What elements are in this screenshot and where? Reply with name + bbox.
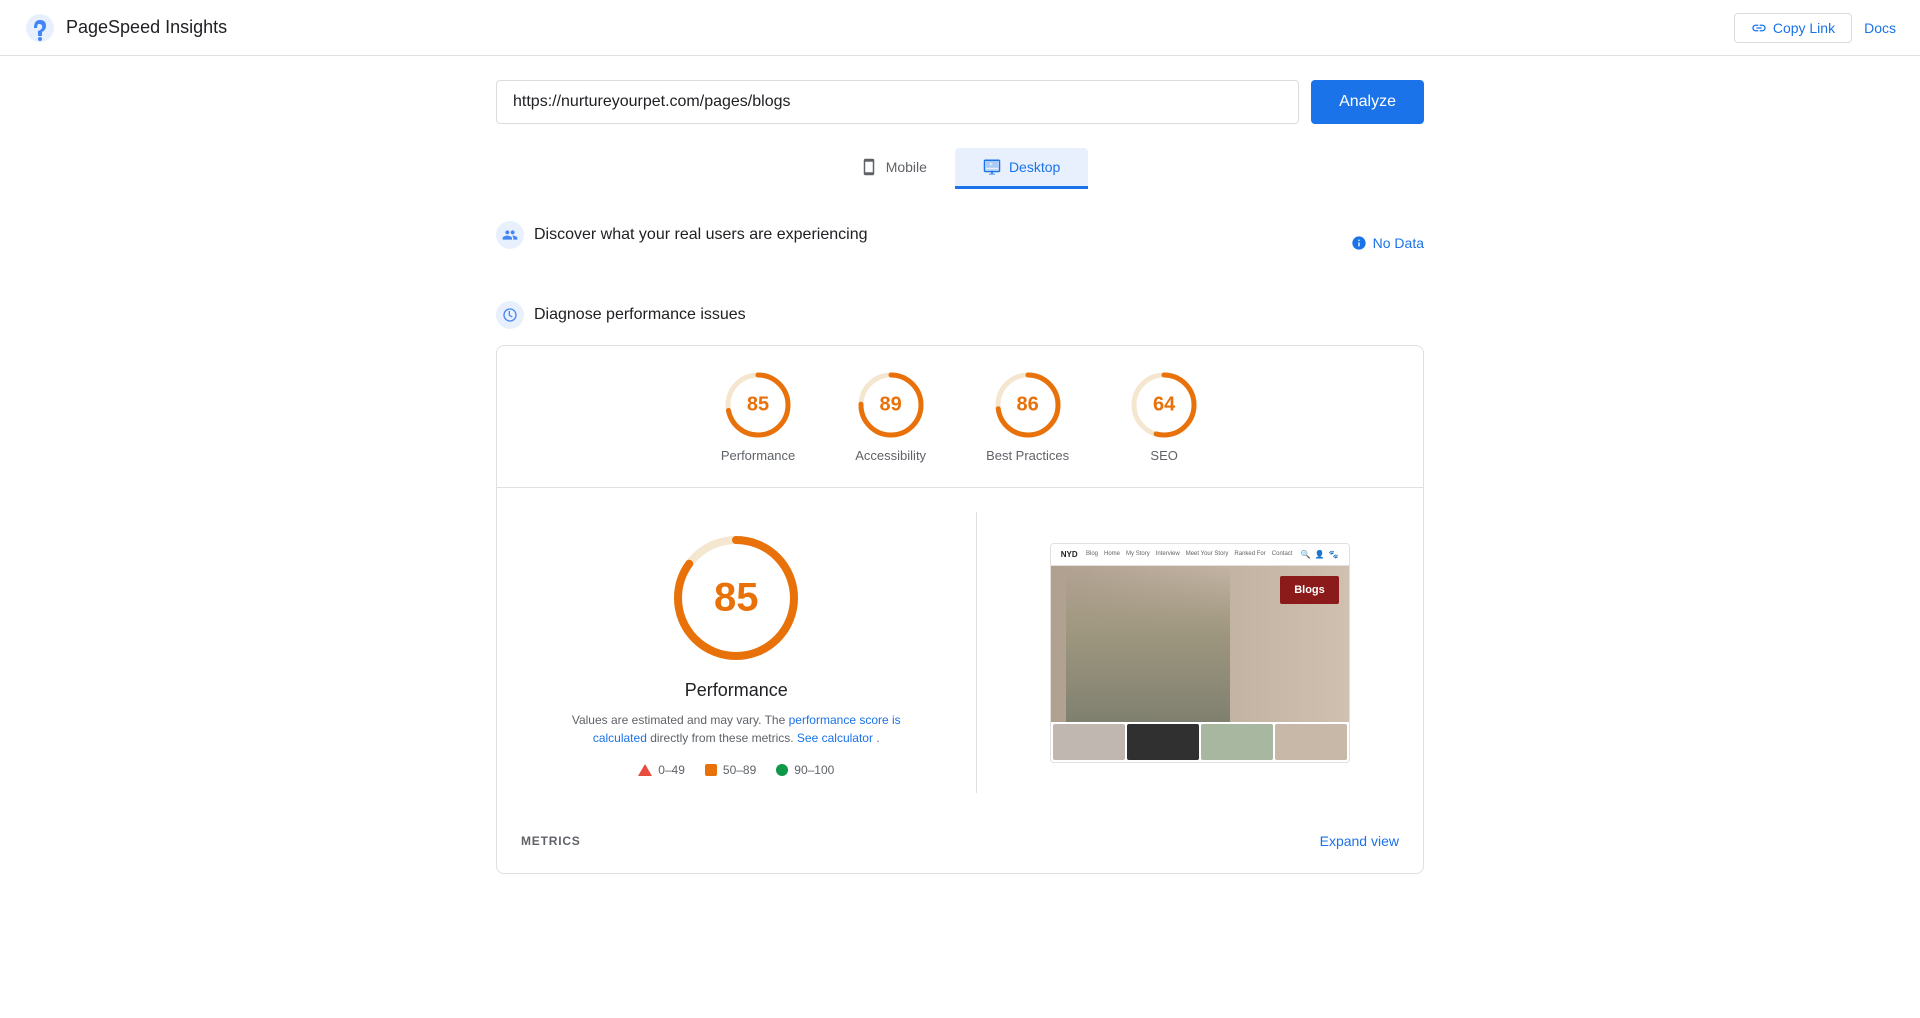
main-score-left: 85 Performance Values are estimated and … xyxy=(521,512,952,793)
real-users-header: Discover what your real users are experi… xyxy=(496,221,867,249)
real-users-title: Discover what your real users are experi… xyxy=(534,226,867,244)
tab-desktop-label: Desktop xyxy=(1009,159,1060,175)
score-accessibility[interactable]: 89 Accessibility xyxy=(855,370,926,463)
mock-thumb-4 xyxy=(1275,724,1347,760)
mock-nav-links: Blog Home My Story Interview Meet Your S… xyxy=(1086,551,1292,557)
score-circle-performance: 85 xyxy=(723,370,793,440)
vertical-divider xyxy=(976,512,977,793)
info-icon xyxy=(1351,235,1367,251)
main-content: Analyze Mobile Desktop Discover what yo xyxy=(480,56,1440,898)
mock-nav-logo: NYD xyxy=(1061,550,1078,559)
users-icon xyxy=(502,227,518,243)
mock-nav-item: Ranked For xyxy=(1234,551,1265,557)
big-score-value: 85 xyxy=(714,576,759,621)
metrics-label: METRICS xyxy=(521,834,581,848)
mock-nav-item: Blog xyxy=(1086,551,1098,557)
legend-orange-icon xyxy=(705,764,717,776)
analyze-button[interactable]: Analyze xyxy=(1311,80,1424,124)
mock-nav-icons: 🔍 👤 🐾 xyxy=(1301,550,1339,559)
mock-nav-item: Interview xyxy=(1156,551,1180,557)
score-legend: 0–49 50–89 90–100 xyxy=(638,763,834,777)
scores-row: 85 Performance 89 Accessibility xyxy=(521,370,1399,463)
mock-nav-item: Home xyxy=(1104,551,1120,557)
mock-nav-item: Contact xyxy=(1272,551,1293,557)
desc-end: . xyxy=(876,731,879,745)
tab-mobile[interactable]: Mobile xyxy=(832,148,955,189)
tab-desktop[interactable]: Desktop xyxy=(955,148,1088,189)
no-data-label: No Data xyxy=(1373,235,1424,251)
logo-text: PageSpeed Insights xyxy=(66,17,227,38)
header-actions: Copy Link Docs xyxy=(1734,13,1896,43)
score-label-accessibility: Accessibility xyxy=(855,448,926,463)
card-divider xyxy=(497,487,1423,488)
logo-area: PageSpeed Insights xyxy=(24,12,227,44)
diagnose-icon xyxy=(496,301,524,329)
desktop-icon xyxy=(983,158,1001,176)
desc-mid: directly from these metrics. xyxy=(650,731,797,745)
mock-blogs-badge: Blogs xyxy=(1280,576,1339,604)
score-circle-best-practices: 86 xyxy=(993,370,1063,440)
score-performance[interactable]: 85 Performance xyxy=(721,370,795,463)
score-value-accessibility: 89 xyxy=(880,394,902,417)
mode-tabs: Mobile Desktop xyxy=(496,148,1424,189)
search-area: Analyze xyxy=(496,80,1424,124)
copy-link-label: Copy Link xyxy=(1773,20,1835,36)
main-score-right: NYD Blog Home My Story Interview Meet Yo… xyxy=(1001,512,1400,793)
mock-thumb-1 xyxy=(1053,724,1125,760)
psi-logo-icon xyxy=(24,12,56,44)
mock-hero: Blogs xyxy=(1051,566,1349,722)
screenshot-preview: NYD Blog Home My Story Interview Meet Yo… xyxy=(1050,543,1350,763)
legend-green-range: 90–100 xyxy=(794,763,834,777)
link-icon xyxy=(1751,20,1767,36)
score-label-seo: SEO xyxy=(1150,448,1177,463)
copy-link-button[interactable]: Copy Link xyxy=(1734,13,1852,43)
legend-green: 90–100 xyxy=(776,763,834,777)
score-value-performance: 85 xyxy=(747,394,769,417)
docs-link[interactable]: Docs xyxy=(1864,20,1896,36)
mock-nav: NYD Blog Home My Story Interview Meet Yo… xyxy=(1051,544,1349,566)
mock-nav-item: Meet Your Story xyxy=(1186,551,1229,557)
legend-red-range: 0–49 xyxy=(658,763,685,777)
score-best-practices[interactable]: 86 Best Practices xyxy=(986,370,1069,463)
mock-thumb-3 xyxy=(1201,724,1273,760)
legend-red: 0–49 xyxy=(638,763,685,777)
diagnose-title: Diagnose performance issues xyxy=(534,306,746,324)
legend-red-icon xyxy=(638,764,652,776)
legend-orange: 50–89 xyxy=(705,763,756,777)
score-seo[interactable]: 64 SEO xyxy=(1129,370,1199,463)
score-circle-seo: 64 xyxy=(1129,370,1199,440)
mock-thumbnails xyxy=(1051,722,1349,762)
score-value-best-practices: 86 xyxy=(1016,394,1038,417)
expand-view-button[interactable]: Expand view xyxy=(1320,833,1399,849)
score-value-seo: 64 xyxy=(1153,394,1175,417)
screenshot-mockup: NYD Blog Home My Story Interview Meet Yo… xyxy=(1051,544,1349,762)
legend-orange-range: 50–89 xyxy=(723,763,756,777)
url-input[interactable] xyxy=(496,80,1299,124)
no-data-area: No Data xyxy=(1351,235,1424,251)
score-label-performance: Performance xyxy=(721,448,795,463)
mobile-icon xyxy=(860,158,878,176)
big-score-circle: 85 xyxy=(666,528,806,668)
mock-people xyxy=(1066,566,1230,722)
real-users-icon xyxy=(496,221,524,249)
header: PageSpeed Insights Copy Link Docs xyxy=(0,0,1920,56)
metrics-bar: METRICS Expand view xyxy=(521,817,1399,849)
score-label-best-practices: Best Practices xyxy=(986,448,1069,463)
score-circle-accessibility: 89 xyxy=(856,370,926,440)
desc-text: Values are estimated and may vary. The xyxy=(572,713,785,727)
legend-green-icon xyxy=(776,764,788,776)
real-users-section: Discover what your real users are experi… xyxy=(496,217,1424,269)
calculator-link[interactable]: See calculator xyxy=(797,731,873,745)
main-score-area: 85 Performance Values are estimated and … xyxy=(521,512,1399,793)
gauge-icon xyxy=(502,307,518,323)
main-perf-title: Performance xyxy=(685,680,788,701)
mock-thumb-2 xyxy=(1127,724,1199,760)
performance-card: 85 Performance 89 Accessibility xyxy=(496,345,1424,874)
mock-nav-item: My Story xyxy=(1126,551,1150,557)
tab-mobile-label: Mobile xyxy=(886,159,927,175)
diagnose-header: Diagnose performance issues xyxy=(496,301,1424,329)
perf-description: Values are estimated and may vary. The p… xyxy=(566,711,906,747)
